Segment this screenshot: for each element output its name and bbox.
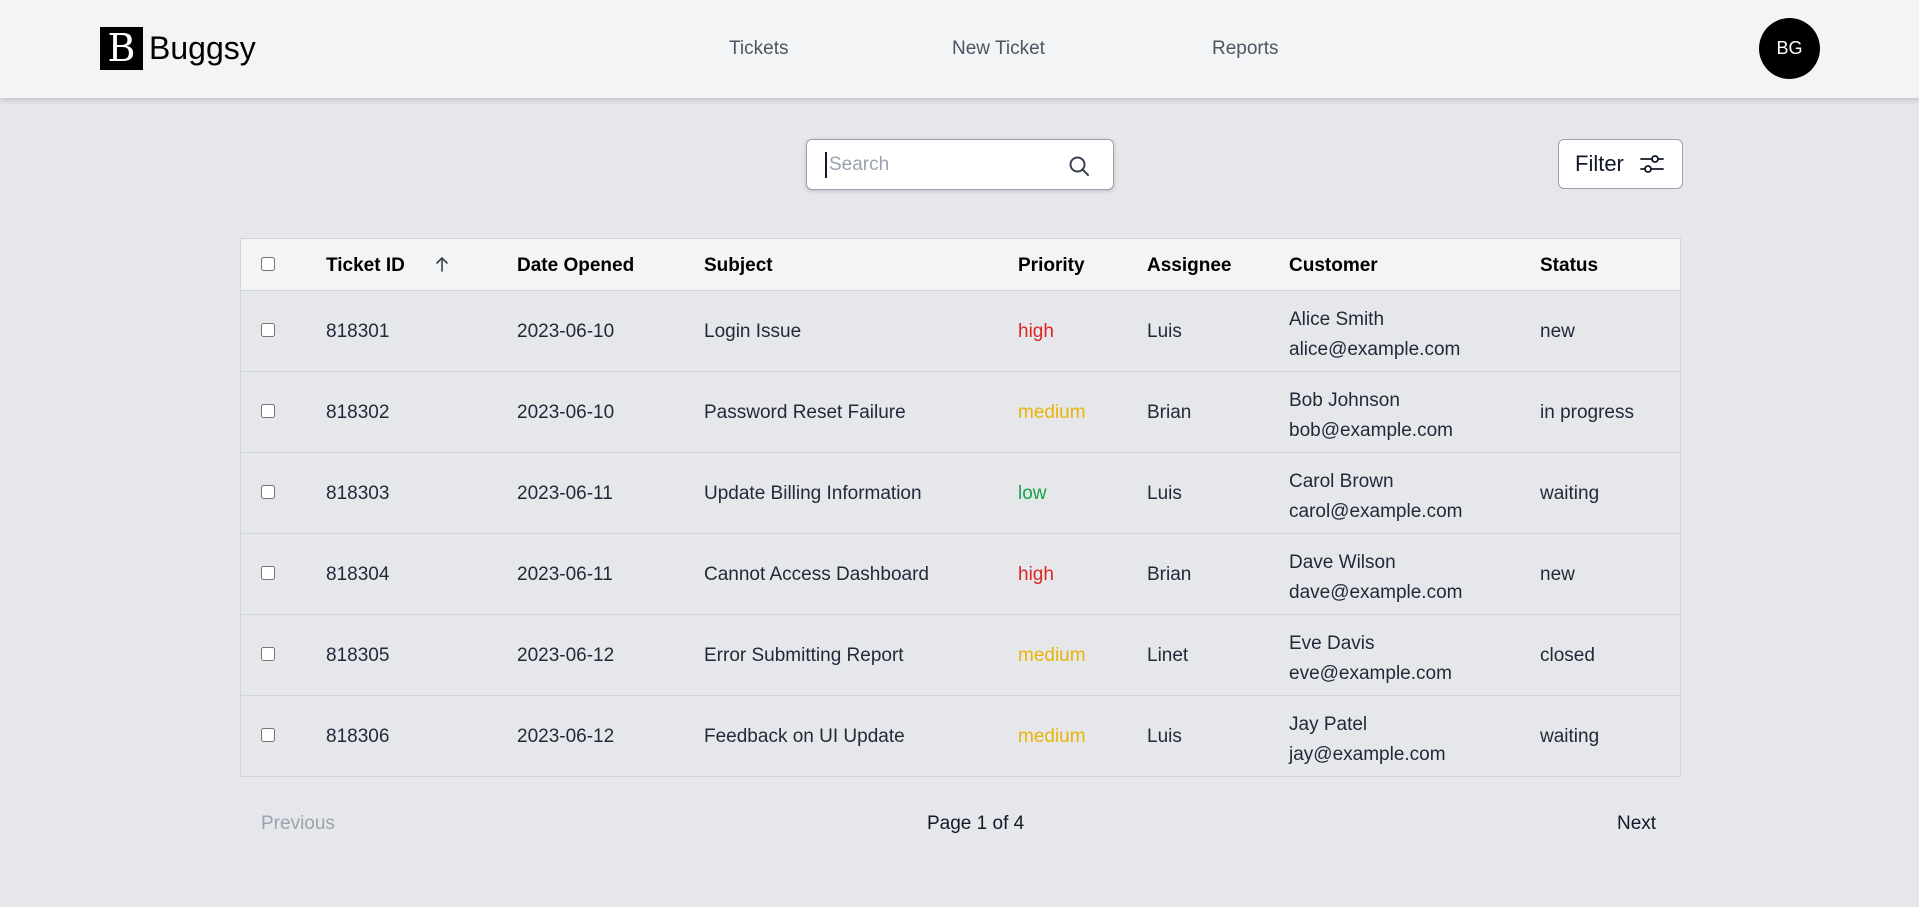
top-navbar: B Buggsy Tickets New Ticket Reports BG [0, 0, 1919, 98]
row-checkbox[interactable] [261, 404, 275, 418]
table-row[interactable]: 818306 2023-06-12 Feedback on UI Update med… [241, 696, 1680, 777]
subject-cell: Feedback on UI Update [704, 726, 905, 747]
assignee-cell: Linet [1147, 645, 1189, 666]
priority-cell: low [1018, 483, 1047, 504]
column-header-subject[interactable]: Subject [704, 255, 773, 277]
priority-cell: medium [1018, 726, 1086, 747]
priority-cell: high [1018, 564, 1054, 585]
status-cell: waiting [1540, 726, 1600, 747]
status-cell: waiting [1540, 483, 1600, 504]
customer-name: Alice Smith [1289, 309, 1385, 330]
customer-cell: Bob Johnson bob@example.com [1289, 386, 1453, 446]
column-header-customer[interactable]: Customer [1289, 255, 1378, 277]
nav-new-ticket[interactable]: New Ticket [952, 38, 1045, 60]
ticket-id-cell: 818304 [326, 564, 390, 585]
nav-reports[interactable]: Reports [1212, 38, 1279, 60]
column-header-priority[interactable]: Priority [1018, 255, 1085, 277]
customer-cell: Dave Wilson dave@example.com [1289, 548, 1462, 608]
customer-email: dave@example.com [1289, 582, 1463, 603]
customer-name: Jay Patel [1289, 714, 1368, 735]
table-header: Ticket ID Date Opened Subject Priority A… [241, 239, 1680, 291]
nav-tickets[interactable]: Tickets [729, 38, 788, 60]
subject-cell: Login Issue [704, 321, 802, 342]
row-checkbox[interactable] [261, 647, 275, 661]
customer-cell: Eve Davis eve@example.com [1289, 629, 1452, 689]
tickets-table: Ticket ID Date Opened Subject Priority A… [240, 238, 1681, 777]
priority-cell: medium [1018, 645, 1086, 666]
filter-label: Filter [1575, 151, 1624, 176]
column-header-status[interactable]: Status [1540, 255, 1598, 277]
select-all-checkbox[interactable] [261, 257, 275, 271]
date-opened-cell: 2023-06-12 [517, 726, 615, 747]
status-cell: closed [1540, 645, 1595, 666]
row-checkbox[interactable] [261, 485, 275, 499]
priority-cell: high [1018, 321, 1054, 342]
subject-cell: Update Billing Information [704, 483, 922, 504]
assignee-cell: Luis [1147, 726, 1182, 747]
priority-cell: medium [1018, 402, 1086, 423]
column-header-ticket-id[interactable]: Ticket ID [326, 255, 405, 277]
assignee-cell: Luis [1147, 321, 1182, 342]
customer-email: alice@example.com [1289, 339, 1461, 360]
app-logo[interactable]: B Buggsy [100, 27, 256, 70]
ticket-id-cell: 818306 [326, 726, 390, 747]
status-cell: in progress [1540, 402, 1634, 423]
column-header-date-opened[interactable]: Date Opened [517, 255, 634, 277]
search-input[interactable] [825, 152, 1055, 178]
table-row[interactable]: 818301 2023-06-10 Login Issue high Luis new Al… [241, 291, 1680, 372]
customer-email: carol@example.com [1289, 501, 1463, 522]
user-avatar[interactable]: BG [1759, 18, 1820, 79]
column-header-assignee[interactable]: Assignee [1147, 255, 1231, 277]
status-cell: new [1540, 321, 1575, 342]
previous-page-button[interactable]: Previous [261, 813, 335, 835]
ticket-id-cell: 818305 [326, 645, 390, 666]
ticket-id-cell: 818302 [326, 402, 390, 423]
customer-name: Carol Brown [1289, 471, 1394, 492]
search-icon[interactable] [1067, 154, 1091, 178]
ticket-id-cell: 818303 [326, 483, 390, 504]
subject-cell: Error Submitting Report [704, 645, 904, 666]
subject-cell: Password Reset Failure [704, 402, 906, 423]
app-name: Buggsy [149, 30, 256, 66]
next-page-button[interactable]: Next [1617, 813, 1656, 835]
search-box [806, 139, 1114, 190]
filter-button[interactable]: Filter [1558, 139, 1683, 189]
sort-ascending-icon[interactable] [433, 254, 451, 274]
customer-email: bob@example.com [1289, 420, 1453, 441]
customer-email: jay@example.com [1289, 744, 1446, 765]
table-row[interactable]: 818305 2023-06-12 Error Submitting Report m… [241, 615, 1680, 696]
customer-cell: Carol Brown carol@example.com [1289, 467, 1462, 527]
date-opened-cell: 2023-06-11 [517, 564, 613, 585]
row-checkbox[interactable] [261, 566, 275, 580]
date-opened-cell: 2023-06-12 [517, 645, 615, 666]
assignee-cell: Brian [1147, 564, 1192, 585]
ticket-id-cell: 818301 [326, 321, 390, 342]
subject-cell: Cannot Access Dashboard [704, 564, 929, 585]
logo-mark: B [100, 27, 143, 70]
customer-name: Eve Davis [1289, 633, 1375, 654]
row-checkbox[interactable] [261, 728, 275, 742]
customer-cell: Alice Smith alice@example.com [1289, 305, 1460, 365]
row-checkbox[interactable] [261, 323, 275, 337]
status-cell: new [1540, 564, 1575, 585]
customer-name: Dave Wilson [1289, 552, 1396, 573]
assignee-cell: Luis [1147, 483, 1182, 504]
date-opened-cell: 2023-06-10 [517, 321, 615, 342]
table-row[interactable]: 818303 2023-06-11 Update Billing Informati… [241, 453, 1680, 534]
customer-email: eve@example.com [1289, 663, 1452, 684]
sliders-icon [1639, 155, 1664, 173]
date-opened-cell: 2023-06-11 [517, 483, 613, 504]
date-opened-cell: 2023-06-10 [517, 402, 615, 423]
table-row[interactable]: 818302 2023-06-10 Password Reset Failure me… [241, 372, 1680, 453]
customer-name: Bob Johnson [1289, 390, 1400, 411]
customer-cell: Jay Patel jay@example.com [1289, 710, 1446, 770]
assignee-cell: Brian [1147, 402, 1192, 423]
table-row[interactable]: 818304 2023-06-11 Cannot Access Dashboard h… [241, 534, 1680, 615]
page-indicator: Page 1 of 4 [927, 813, 1025, 834]
